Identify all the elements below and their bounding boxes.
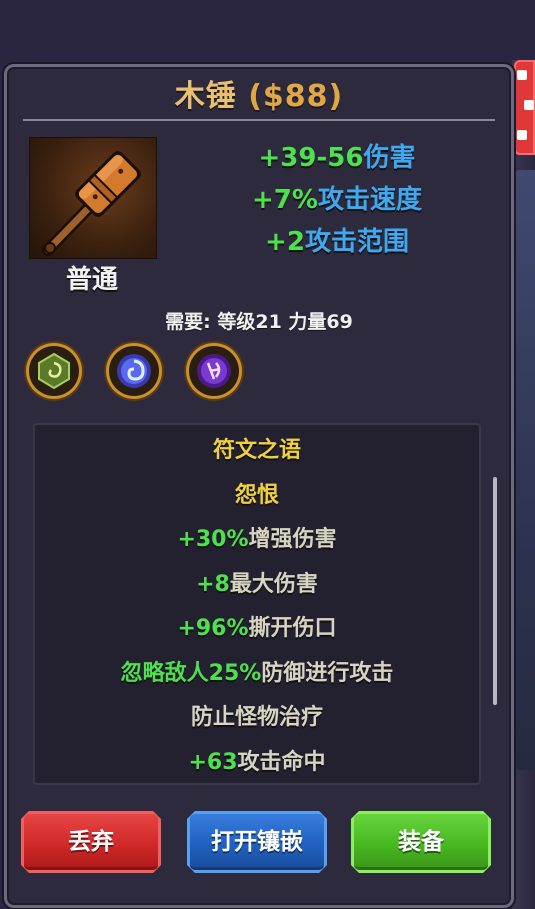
runeword-text: 增强伤害 <box>248 527 337 552</box>
stat-damage: +39-56伤害 <box>207 137 467 179</box>
runeword-text: 防止怪物治疗 <box>190 705 323 730</box>
runeword-line: 忽略敌人25%防御进行攻击 <box>35 652 479 697</box>
open-socket-button[interactable]: 打开镶嵌 <box>187 811 327 873</box>
runeword-text: 最大伤害 <box>229 571 318 597</box>
tab-dot-icon <box>517 70 527 80</box>
runeword-line: 防止怪物治疗 <box>35 696 479 741</box>
item-rarity: 普通 <box>65 265 118 295</box>
runeword-line: +63攻击命中 <box>35 741 479 786</box>
item-requirement: 需要: 等级21 力量69 <box>165 311 353 333</box>
stat-value: +7% <box>252 185 318 215</box>
runeword-value: +8 <box>196 571 230 597</box>
runeword-title: 符文之语 <box>212 438 301 463</box>
item-title: 木锤 ($88) <box>175 79 344 114</box>
stat-attack-range: +2攻击范围 <box>207 221 467 263</box>
stat-value: +39-56 <box>258 143 364 173</box>
stat-label: 攻击速度 <box>317 185 422 215</box>
stat-label: 伤害 <box>363 143 416 173</box>
stat-attack-speed: +7%攻击速度 <box>207 179 467 221</box>
discard-button[interactable]: 丢弃 <box>21 811 161 873</box>
purple-rune-icon[interactable] <box>189 346 239 396</box>
side-panel-strip <box>514 170 535 770</box>
item-price: ($88) <box>248 79 344 114</box>
runeword-text: 撕开伤口 <box>248 616 337 641</box>
stat-label: 攻击范围 <box>304 227 409 257</box>
runeword-value: 忽略敌人25% <box>120 660 262 686</box>
title-bar: 木锤 ($88) <box>23 75 495 121</box>
blue-rune-icon[interactable] <box>109 346 159 396</box>
runeword-value: +63 <box>188 749 238 775</box>
runeword-value: +96% <box>177 616 249 641</box>
runeword-text: 防御进行攻击 <box>261 660 394 686</box>
item-name: 木锤 <box>174 79 237 114</box>
item-tooltip-panel: 木锤 ($88) 普通 +39-56伤害 +7%攻击速度 +2攻击范围 需要: … <box>4 64 514 908</box>
green-rune-icon[interactable] <box>29 346 79 396</box>
equip-button[interactable]: 装备 <box>351 811 491 873</box>
item-stats: +39-56伤害 +7%攻击速度 +2攻击范围 <box>207 137 467 263</box>
wooden-hammer-icon <box>29 137 157 259</box>
red-side-tab[interactable] <box>514 60 535 155</box>
tab-dot-icon <box>524 100 534 110</box>
runeword-line: +96%撕开伤口 <box>35 607 479 652</box>
runeword-value: +30% <box>177 527 249 552</box>
scrollbar[interactable] <box>493 477 497 705</box>
runeword-line: +8最大伤害 <box>35 563 479 608</box>
runeword-line: +30%增强伤害 <box>35 518 479 563</box>
tab-dot-icon <box>517 130 527 140</box>
runeword-box[interactable]: 符文之语 怨恨 +30%增强伤害 +8最大伤害 +96%撕开伤口 忽略敌人25%… <box>33 423 481 785</box>
runeword-name: 怨恨 <box>234 482 279 508</box>
runeword-text: 攻击命中 <box>237 749 326 775</box>
stat-value: +2 <box>265 227 305 257</box>
